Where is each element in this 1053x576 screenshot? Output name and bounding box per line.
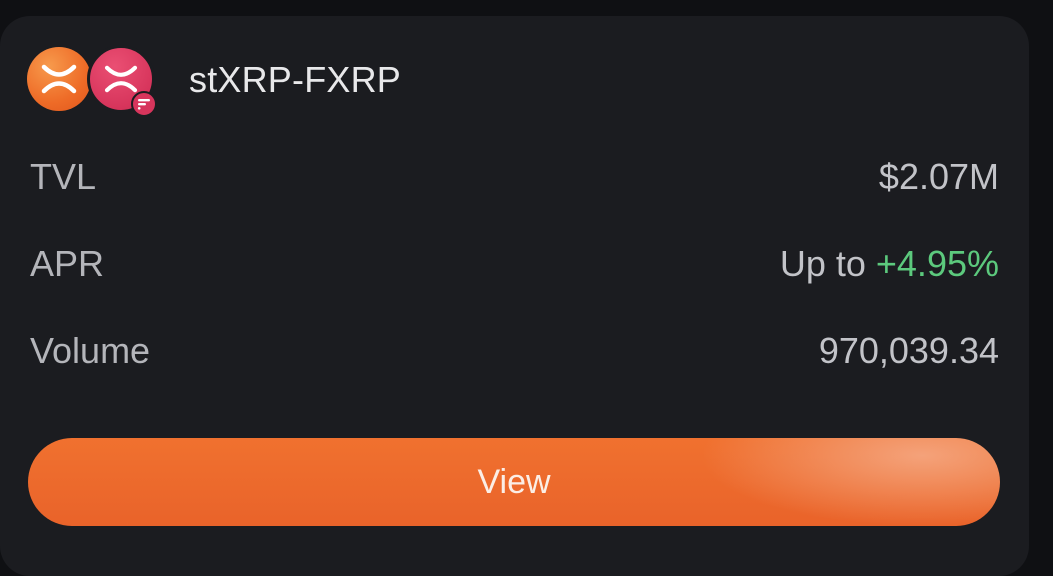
apr-row: APR Up to +4.95% <box>30 239 999 289</box>
apr-prefix: Up to <box>779 243 866 284</box>
flare-icon <box>131 91 157 117</box>
pool-header: stXRP-FXRP <box>27 45 402 117</box>
view-button[interactable]: View <box>28 438 1000 526</box>
tvl-row: TVL $2.07M <box>30 152 999 202</box>
tvl-label: TVL <box>30 156 97 197</box>
apr-value-group: Up to +4.95% <box>780 243 999 285</box>
apr-label: APR <box>30 243 105 284</box>
xrp-icon <box>27 47 91 111</box>
volume-label: Volume <box>30 330 151 371</box>
pool-name: stXRP-FXRP <box>189 59 402 100</box>
volume-row: Volume 970,039.34 <box>30 326 999 376</box>
tvl-value: $2.07M <box>878 156 999 197</box>
apr-value: +4.95% <box>875 243 999 284</box>
token-pair-icons <box>27 45 157 117</box>
volume-value: 970,039.34 <box>818 330 999 371</box>
pool-card: stXRP-FXRP TVL $2.07M APR Up to +4.95% V… <box>0 16 1029 576</box>
